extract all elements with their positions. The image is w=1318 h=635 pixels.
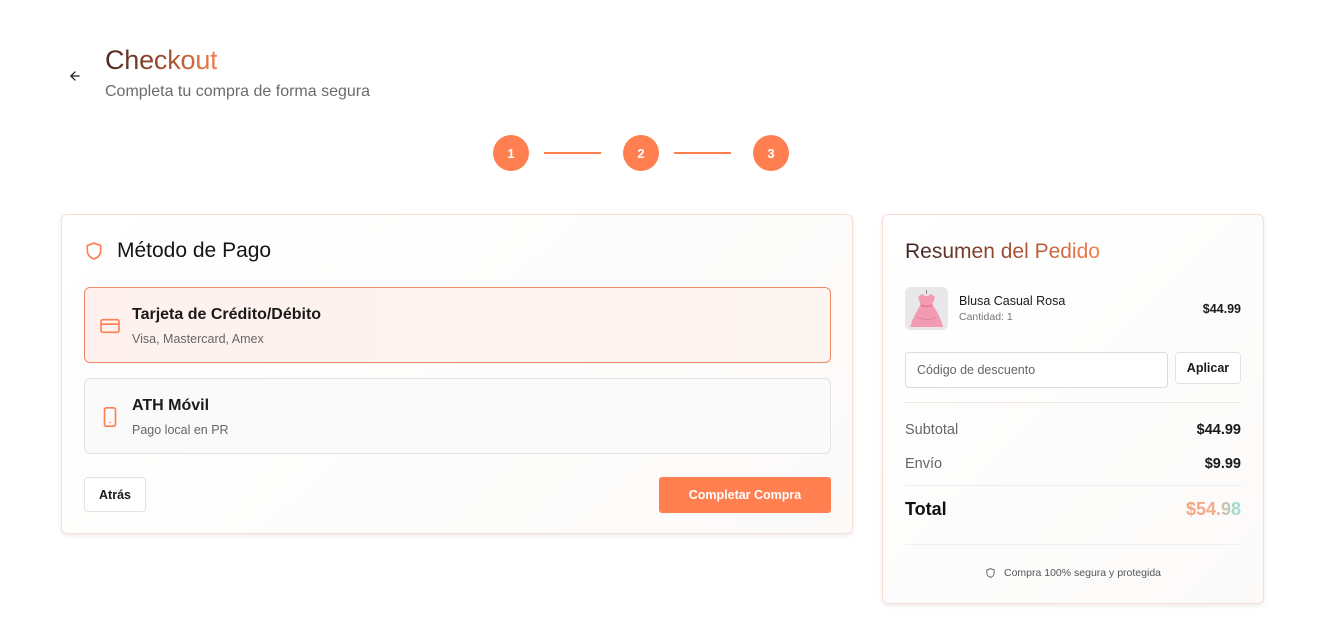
step-3: 3 <box>753 135 789 171</box>
payment-option-ath-movil[interactable]: ATH Móvil Pago local en PR <box>84 378 831 454</box>
secure-note-text: Compra 100% segura y protegida <box>1003 567 1161 579</box>
payment-option-title: Tarjeta de Crédito/Débito <box>132 306 322 323</box>
payment-header: Método de Pago <box>84 239 271 263</box>
shipping-label: Envío <box>905 456 943 472</box>
product-name: Blusa Casual Rosa <box>959 294 1066 308</box>
total-value: $54.98 <box>1185 499 1241 519</box>
subtotal-value: $44.99 <box>1196 422 1241 438</box>
step-2: 2 <box>623 135 659 171</box>
payment-option-title: ATH Móvil <box>132 397 210 414</box>
back-arrow-button[interactable] <box>64 66 86 86</box>
credit-card-icon <box>99 315 121 337</box>
step-1: 1 <box>493 135 529 171</box>
apply-discount-button[interactable]: Aplicar <box>1175 352 1241 384</box>
arrow-left-icon <box>70 71 80 81</box>
discount-code-input[interactable] <box>905 352 1168 388</box>
total-label: Total <box>905 499 947 519</box>
shield-icon <box>986 568 995 578</box>
payment-method-title: Método de Pago <box>117 239 272 262</box>
order-summary-title: Resumen del Pedido <box>905 240 1100 263</box>
back-button[interactable]: Atrás <box>84 477 146 512</box>
subtotal-label: Subtotal <box>905 422 959 438</box>
payment-option-card[interactable]: Tarjeta de Crédito/Débito Visa, Masterca… <box>84 287 831 363</box>
divider <box>905 544 1241 545</box>
product-thumbnail <box>905 287 948 330</box>
step-connector <box>544 152 601 154</box>
secure-purchase-note: Compra 100% segura y protegida <box>883 567 1263 579</box>
payment-option-subtitle: Pago local en PR <box>132 423 229 437</box>
step-connector <box>674 152 731 154</box>
payment-method-card: Método de Pago Tarjeta de Crédito/Débito… <box>61 214 853 534</box>
checkout-stepper: 1 2 3 <box>493 135 789 171</box>
product-price: $44.99 <box>1202 302 1241 316</box>
smartphone-icon <box>99 406 121 428</box>
order-summary-card: Resumen del Pedido Blusa Casual Rosa Can… <box>882 214 1264 604</box>
page-title: Checkout <box>105 45 218 75</box>
shield-icon <box>86 242 102 260</box>
divider <box>905 402 1241 403</box>
product-quantity: Cantidad: 1 <box>959 311 1013 323</box>
complete-purchase-button[interactable]: Completar Compra <box>659 477 831 513</box>
shipping-value: $9.99 <box>1204 456 1241 472</box>
page-subtitle: Completa tu compra de forma segura <box>105 83 371 100</box>
divider <box>905 485 1241 486</box>
payment-option-subtitle: Visa, Mastercard, Amex <box>132 332 264 346</box>
